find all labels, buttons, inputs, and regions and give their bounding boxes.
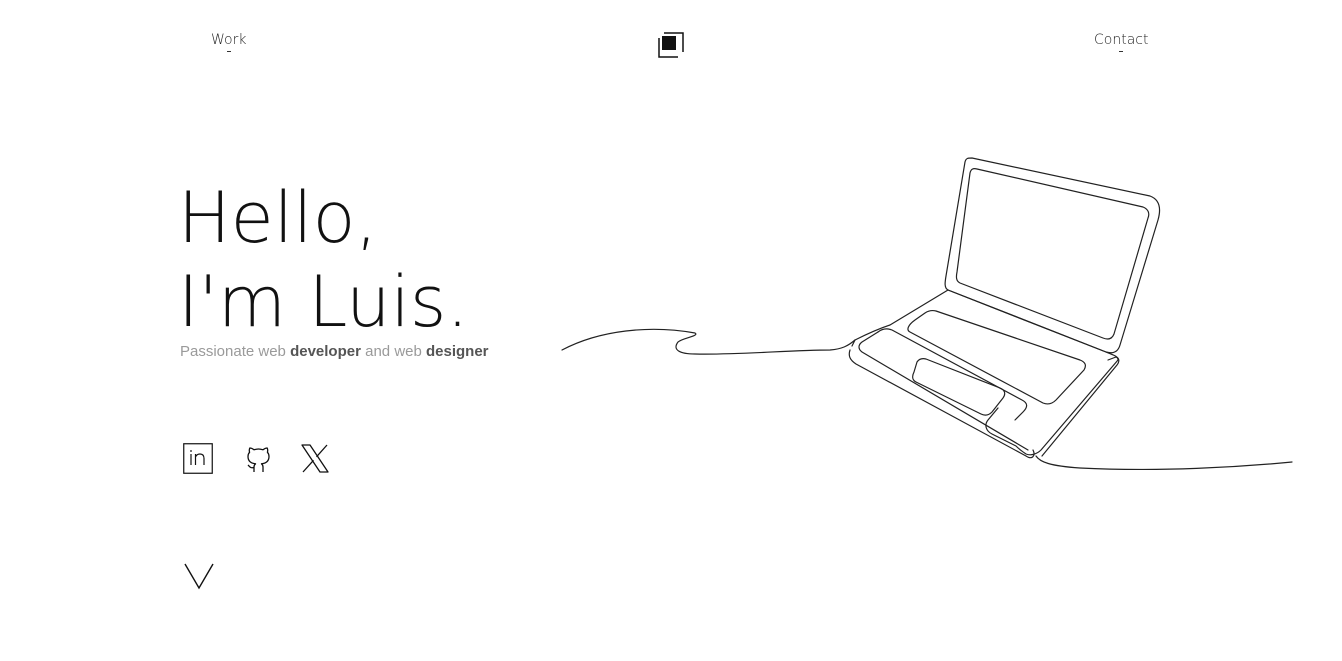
- laptop-line-illustration: [561, 157, 1293, 471]
- nav-work-link[interactable]: Work: [211, 32, 246, 52]
- hero-tagline: Passionate web developer and web designe…: [180, 343, 489, 360]
- linkedin-link[interactable]: [183, 443, 213, 478]
- nav-contact-link[interactable]: Contact: [1094, 32, 1148, 52]
- github-link[interactable]: [243, 443, 274, 478]
- tagline-bold-designer: designer: [426, 343, 489, 360]
- hero-heading: Hello, I'm Luis.: [178, 176, 469, 344]
- tagline-part2: and web: [360, 343, 426, 360]
- tagline-bold-developer: developer: [290, 343, 361, 360]
- x-link[interactable]: [300, 443, 330, 478]
- nav-work-underline: [226, 51, 231, 52]
- tagline-part1: Passionate web: [180, 343, 291, 360]
- scroll-down-button[interactable]: [184, 562, 214, 594]
- nav-contact-label: Contact: [1094, 32, 1149, 48]
- linkedin-icon: [183, 443, 213, 474]
- chevron-down-icon: [184, 563, 214, 590]
- page: Work Contact Hello, I'm Luis. Passionate…: [0, 0, 1342, 661]
- hero-greeting-line1: Hello,: [178, 177, 378, 259]
- nav-work-label: Work: [211, 32, 247, 48]
- logo-icon[interactable]: [656, 30, 686, 60]
- hero-greeting-line2: I'm Luis.: [178, 261, 469, 343]
- nav-contact-underline: [1119, 51, 1124, 52]
- x-icon: [301, 444, 329, 473]
- github-icon: [247, 447, 270, 472]
